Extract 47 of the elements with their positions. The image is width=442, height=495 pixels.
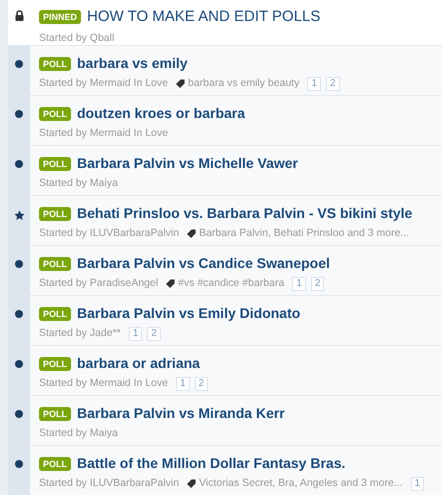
topic-starter: Started by Jade** [39,326,121,341]
topic-title-link[interactable]: Behati Prinsloo vs. Barbara Palvin - VS bikini style [77,203,412,224]
topic-title-link[interactable]: Barbara Palvin vs Miranda Kerr [77,403,285,424]
page-link[interactable]: 2 [194,376,208,391]
topic-title-link[interactable]: barbara vs emily [77,53,188,74]
poll-badge: POLL [39,206,71,220]
pinned-badge: PINNED [39,10,82,24]
topic-title-link[interactable]: Barbara Palvin vs Emily Didonato [77,303,300,324]
poll-badge: POLL [39,356,71,370]
tag-icon [187,229,196,238]
topic-starter: Started by Maiya [39,176,118,191]
topic-title-link[interactable]: Barbara Palvin vs Michelle Vawer [77,153,298,174]
poll-badge: POLL [39,106,71,120]
topic-starter: Started by Mermaid In Love [39,76,168,91]
topic-tags[interactable]: #vs #candice #barbara [178,276,284,292]
topic-starter: Started by Qball [39,30,114,46]
topic-starter: Started by ILUVBarbaraPalvin [39,226,180,241]
topic-starter: Started by Mermaid In Love [39,126,168,141]
poll-badge: POLL [39,306,71,320]
page-link[interactable]: 2 [326,76,340,91]
topic-starter: Started by ILUVBarbaraPalvin [39,476,180,491]
page-link[interactable]: 1 [410,476,424,491]
topic-tags[interactable]: Barbara Palvin, Behati Prinsloo and 3 more... [199,226,410,242]
topic-tags[interactable]: barbara vs emily beauty [188,76,300,92]
topic-title-link[interactable]: barbara or adriana [77,353,200,374]
topic-starter: Started by ParadiseAngel [39,276,158,291]
poll-badge: POLL [39,456,71,470]
page-link[interactable]: 2 [310,276,324,291]
poll-badge: POLL [39,156,71,170]
topic-starter: Started by Maiya [39,426,118,441]
topic-tags[interactable]: Victorias Secret, Bra, Angeles and 3 more... [199,476,403,492]
tag-icon [187,479,196,488]
topic-title-link[interactable]: Battle of the Million Dollar Fantasy Bras. [77,453,346,474]
topic-title-link[interactable]: Barbara Palvin vs Candice Swanepoel [77,253,330,274]
page-link[interactable]: 1 [128,326,142,341]
page-link[interactable]: 1 [176,376,190,391]
page-link[interactable]: 1 [307,76,322,91]
topic-starter: Started by Mermaid In Love [39,376,168,391]
poll-badge: POLL [39,56,71,70]
topic-title-link[interactable]: HOW TO MAKE AND EDIT POLLS [87,6,320,28]
tag-icon [166,279,176,288]
poll-badge: POLL [39,406,71,420]
poll-badge: POLL [39,256,71,270]
topic-title-link[interactable]: doutzen kroes or barbara [77,103,246,124]
tag-icon [176,79,185,88]
page-link[interactable]: 1 [292,276,306,291]
page-link[interactable]: 2 [147,326,161,341]
